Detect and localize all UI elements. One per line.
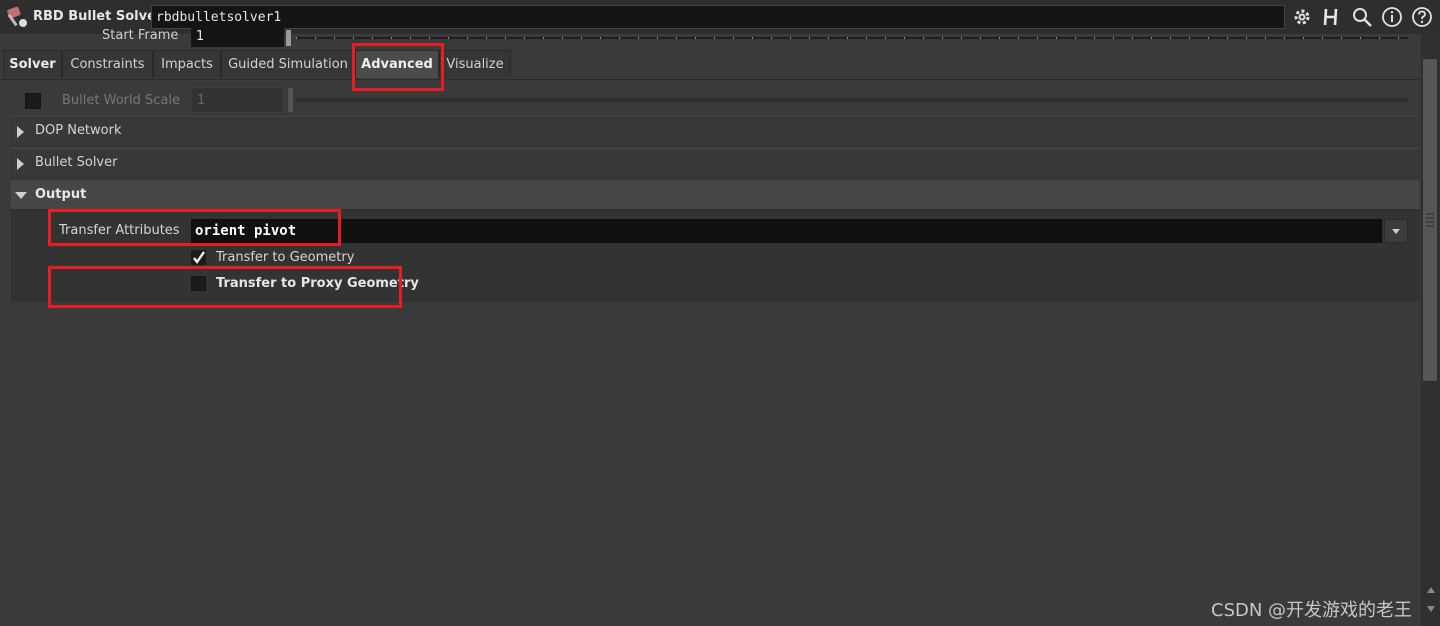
parameter-tabs: Solver Constraints Impacts Guided Simula… bbox=[0, 50, 1420, 80]
collapsed-arrow-icon bbox=[17, 158, 24, 170]
transfer-attributes-dropdown-button[interactable] bbox=[1384, 219, 1408, 243]
transfer-to-geometry-checkbox[interactable] bbox=[191, 250, 206, 265]
bullet-world-scale-slider[interactable] bbox=[296, 98, 1408, 102]
transfer-attributes-field[interactable]: orient pivot bbox=[191, 219, 1382, 243]
bullet-world-scale-field[interactable]: 1 bbox=[191, 87, 284, 113]
bullet-world-scale-label: Bullet World Scale bbox=[62, 93, 180, 108]
tab-impacts[interactable]: Impacts bbox=[153, 50, 221, 78]
collapsed-arrow-icon bbox=[17, 126, 24, 138]
scroll-up-arrow-icon[interactable] bbox=[1427, 587, 1435, 593]
start-frame-slider-handle[interactable] bbox=[286, 30, 291, 46]
folder-bullet-solver-label: Bullet Solver bbox=[35, 155, 118, 170]
folder-bullet-solver[interactable]: Bullet Solver bbox=[11, 148, 1420, 178]
transfer-to-proxy-geometry-label: Transfer to Proxy Geometry bbox=[216, 276, 419, 291]
expanded-arrow-icon bbox=[15, 192, 27, 199]
tab-visualize[interactable]: Visualize bbox=[439, 50, 511, 78]
tab-advanced[interactable]: Advanced bbox=[355, 50, 439, 78]
help-icon[interactable] bbox=[1410, 5, 1434, 29]
transfer-attributes-label: Transfer Attributes bbox=[59, 223, 180, 238]
rbd-solver-node-icon bbox=[6, 5, 30, 29]
folder-dop-network-label: DOP Network bbox=[35, 123, 122, 138]
search-icon[interactable] bbox=[1350, 5, 1374, 29]
transfer-to-proxy-geometry-checkbox[interactable] bbox=[191, 276, 206, 291]
scroll-down-arrow-icon[interactable] bbox=[1427, 606, 1435, 612]
checkmark-icon bbox=[193, 251, 205, 265]
transfer-to-geometry-label: Transfer to Geometry bbox=[216, 250, 355, 265]
houdini-h-icon[interactable] bbox=[1320, 5, 1344, 29]
info-icon[interactable] bbox=[1380, 5, 1404, 29]
start-frame-label: Start Frame bbox=[102, 28, 179, 43]
tab-solver[interactable]: Solver bbox=[3, 50, 62, 78]
node-type-label: RBD Bullet Solver bbox=[33, 9, 163, 24]
gear-icon[interactable] bbox=[1290, 5, 1314, 29]
tab-constraints[interactable]: Constraints bbox=[62, 50, 153, 78]
folder-dop-network[interactable]: DOP Network bbox=[11, 116, 1420, 146]
bullet-world-scale-slider-handle[interactable] bbox=[288, 88, 293, 112]
folder-output-label: Output bbox=[35, 187, 87, 202]
start-frame-field[interactable]: 1 bbox=[191, 27, 284, 47]
tab-divider bbox=[0, 79, 1420, 80]
scrollbar-grip-icon bbox=[1426, 213, 1434, 227]
bullet-world-scale-toggle[interactable] bbox=[25, 93, 41, 109]
folder-output[interactable]: Output bbox=[11, 180, 1420, 210]
start-frame-slider[interactable] bbox=[296, 33, 1408, 39]
tab-guided-simulation[interactable]: Guided Simulation bbox=[221, 50, 355, 78]
node-name-field[interactable]: rbdbulletsolver1 bbox=[151, 5, 1285, 29]
watermark-text: CSDN @开发游戏的老王 bbox=[1211, 600, 1413, 621]
